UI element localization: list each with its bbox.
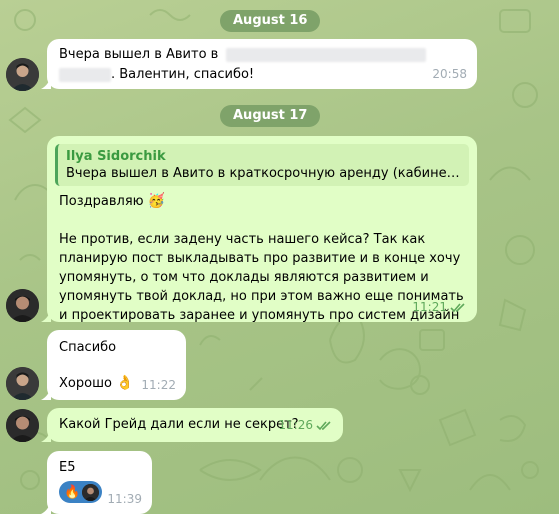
message-time: 20:58: [432, 67, 467, 81]
double-check-icon: [316, 420, 331, 430]
message-text: Не против, если задену часть нашего кейс…: [59, 232, 464, 323]
avatar[interactable]: [6, 58, 39, 91]
reaction-chip[interactable]: 🔥: [59, 481, 103, 503]
message-meta: 11:39: [107, 490, 142, 509]
message-time: 11:39: [107, 492, 142, 506]
message-time: 11:26: [278, 418, 313, 432]
reaction-avatar: [82, 483, 100, 501]
date-separator: August 16: [220, 10, 321, 32]
bubble-tail: [41, 428, 51, 442]
message-meta: 11:26: [278, 416, 333, 435]
message-meta: 20:58: [432, 65, 467, 84]
message-text: Вчера вышел в Авито в . Валентин, спасиб…: [59, 45, 465, 85]
message-bubble[interactable]: E5 🔥 11:39: [41, 451, 152, 514]
message-meta: 11:22: [141, 376, 176, 395]
redacted-text: [226, 47, 427, 62]
message-text: Поздравляю 🥳: [59, 193, 166, 209]
avatar[interactable]: [6, 289, 39, 322]
message-meta: 11:21: [412, 298, 467, 317]
avatar[interactable]: [6, 367, 39, 400]
avatar[interactable]: [6, 409, 39, 442]
redacted-text: [59, 67, 111, 82]
reply-text: Вчера вышел в Авито в краткосрочную арен…: [66, 166, 461, 181]
date-separator: August 17: [220, 105, 321, 127]
bubble-tail: [41, 75, 51, 89]
message-text: Спасибо: [59, 340, 117, 355]
message-bubble[interactable]: Какой Грейд дали если не секрет? 11:26: [41, 408, 343, 442]
double-check-icon: [450, 302, 465, 312]
message-bubble[interactable]: Спасибо Хорошо 👌 11:22: [41, 330, 186, 400]
bubble-tail: [41, 500, 51, 514]
message-bubble[interactable]: Вчера вышел в Авито в . Валентин, спасиб…: [41, 39, 477, 89]
message-time: 11:21: [412, 300, 447, 314]
message-time: 11:22: [141, 378, 176, 392]
ok-hand-emoji: 👌: [116, 375, 134, 391]
bubble-tail: [41, 308, 51, 322]
reply-author: Ilya Sidorchik: [66, 149, 166, 164]
fire-emoji: 🔥: [64, 484, 81, 500]
bubble-tail: [41, 386, 51, 400]
message-bubble[interactable]: Ilya Sidorchik Вчера вышел в Авито в кра…: [41, 136, 477, 323]
partying-face-emoji: 🥳: [147, 193, 166, 209]
reply-quote[interactable]: Ilya Sidorchik Вчера вышел в Авито в кра…: [55, 144, 469, 186]
message-text: E5: [59, 460, 76, 475]
